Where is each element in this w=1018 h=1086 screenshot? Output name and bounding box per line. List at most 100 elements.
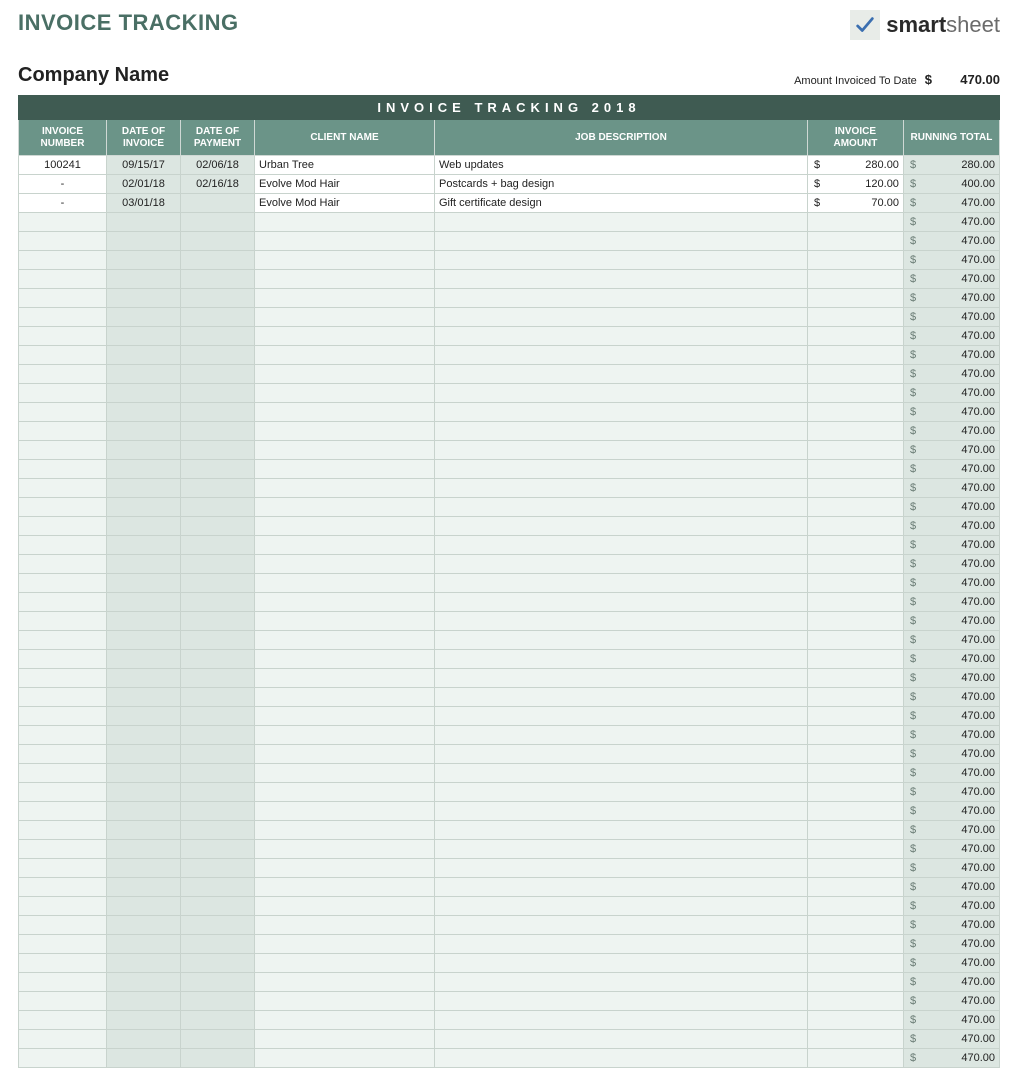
cell-invoice-number[interactable] (19, 327, 107, 346)
cell-client-name[interactable] (255, 897, 435, 916)
table-row[interactable]: $470.00 (19, 764, 1000, 783)
table-row[interactable]: $470.00 (19, 270, 1000, 289)
cell-client-name[interactable] (255, 365, 435, 384)
cell-job-description[interactable] (435, 688, 808, 707)
cell-date-of-payment[interactable] (181, 441, 255, 460)
table-row[interactable]: $470.00 (19, 973, 1000, 992)
cell-date-of-invoice[interactable] (107, 669, 181, 688)
cell-invoice-amount[interactable]: $70.00 (807, 194, 903, 213)
cell-date-of-invoice[interactable] (107, 593, 181, 612)
table-row[interactable]: $470.00 (19, 574, 1000, 593)
cell-date-of-payment[interactable] (181, 992, 255, 1011)
cell-date-of-payment[interactable] (181, 745, 255, 764)
cell-invoice-number[interactable] (19, 251, 107, 270)
cell-client-name[interactable]: Evolve Mod Hair (255, 194, 435, 213)
cell-date-of-invoice[interactable] (107, 1049, 181, 1068)
cell-date-of-payment[interactable] (181, 612, 255, 631)
cell-invoice-number[interactable] (19, 346, 107, 365)
cell-invoice-amount[interactable] (807, 460, 903, 479)
cell-invoice-amount[interactable] (807, 346, 903, 365)
cell-invoice-number[interactable] (19, 403, 107, 422)
cell-job-description[interactable] (435, 213, 808, 232)
cell-job-description[interactable] (435, 308, 808, 327)
table-row[interactable]: $470.00 (19, 308, 1000, 327)
cell-date-of-payment[interactable] (181, 289, 255, 308)
cell-client-name[interactable] (255, 669, 435, 688)
cell-date-of-payment[interactable] (181, 194, 255, 213)
cell-invoice-amount[interactable] (807, 707, 903, 726)
cell-date-of-invoice[interactable] (107, 878, 181, 897)
cell-date-of-invoice[interactable] (107, 726, 181, 745)
cell-job-description[interactable] (435, 1049, 808, 1068)
cell-invoice-amount[interactable] (807, 1011, 903, 1030)
cell-invoice-number[interactable] (19, 897, 107, 916)
cell-invoice-amount[interactable] (807, 213, 903, 232)
cell-invoice-amount[interactable] (807, 479, 903, 498)
cell-client-name[interactable] (255, 327, 435, 346)
cell-client-name[interactable] (255, 574, 435, 593)
cell-client-name[interactable] (255, 555, 435, 574)
cell-client-name[interactable] (255, 783, 435, 802)
cell-invoice-number[interactable]: - (19, 175, 107, 194)
cell-client-name[interactable] (255, 232, 435, 251)
cell-job-description[interactable] (435, 973, 808, 992)
cell-job-description[interactable] (435, 783, 808, 802)
cell-invoice-number[interactable] (19, 555, 107, 574)
cell-invoice-number[interactable]: - (19, 194, 107, 213)
cell-client-name[interactable] (255, 1011, 435, 1030)
cell-date-of-invoice[interactable] (107, 1030, 181, 1049)
cell-invoice-amount[interactable] (807, 593, 903, 612)
cell-invoice-number[interactable] (19, 764, 107, 783)
cell-job-description[interactable] (435, 992, 808, 1011)
cell-date-of-payment[interactable] (181, 365, 255, 384)
cell-client-name[interactable] (255, 707, 435, 726)
cell-invoice-amount[interactable]: $120.00 (807, 175, 903, 194)
cell-client-name[interactable] (255, 403, 435, 422)
cell-date-of-invoice[interactable] (107, 479, 181, 498)
table-row[interactable]: $470.00 (19, 631, 1000, 650)
cell-job-description[interactable] (435, 935, 808, 954)
cell-invoice-amount[interactable] (807, 859, 903, 878)
cell-job-description[interactable] (435, 460, 808, 479)
cell-job-description[interactable] (435, 441, 808, 460)
table-row[interactable]: $470.00 (19, 289, 1000, 308)
cell-invoice-number[interactable] (19, 308, 107, 327)
cell-invoice-number[interactable] (19, 840, 107, 859)
cell-invoice-number[interactable] (19, 213, 107, 232)
cell-invoice-number[interactable] (19, 726, 107, 745)
cell-invoice-amount[interactable] (807, 669, 903, 688)
cell-invoice-number[interactable] (19, 669, 107, 688)
table-row[interactable]: $470.00 (19, 365, 1000, 384)
cell-invoice-amount[interactable] (807, 1049, 903, 1068)
cell-job-description[interactable] (435, 422, 808, 441)
cell-invoice-amount[interactable] (807, 574, 903, 593)
cell-invoice-number[interactable] (19, 802, 107, 821)
cell-date-of-invoice[interactable] (107, 897, 181, 916)
cell-invoice-amount[interactable] (807, 232, 903, 251)
cell-invoice-number[interactable] (19, 954, 107, 973)
cell-invoice-number[interactable] (19, 517, 107, 536)
cell-date-of-payment[interactable] (181, 327, 255, 346)
cell-date-of-invoice[interactable] (107, 308, 181, 327)
cell-invoice-number[interactable] (19, 707, 107, 726)
table-row[interactable]: $470.00 (19, 346, 1000, 365)
cell-invoice-number[interactable] (19, 992, 107, 1011)
cell-date-of-invoice[interactable] (107, 688, 181, 707)
cell-invoice-number[interactable] (19, 783, 107, 802)
cell-date-of-invoice[interactable] (107, 403, 181, 422)
cell-invoice-amount[interactable] (807, 422, 903, 441)
table-row[interactable]: $470.00 (19, 821, 1000, 840)
cell-client-name[interactable] (255, 270, 435, 289)
cell-job-description[interactable] (435, 650, 808, 669)
cell-date-of-payment[interactable] (181, 555, 255, 574)
cell-date-of-invoice[interactable] (107, 745, 181, 764)
cell-job-description[interactable] (435, 270, 808, 289)
cell-invoice-number[interactable] (19, 821, 107, 840)
cell-date-of-payment[interactable] (181, 1049, 255, 1068)
cell-client-name[interactable] (255, 745, 435, 764)
cell-date-of-invoice[interactable] (107, 384, 181, 403)
table-row[interactable]: $470.00 (19, 1049, 1000, 1068)
cell-invoice-number[interactable] (19, 1011, 107, 1030)
cell-invoice-number[interactable] (19, 270, 107, 289)
table-row[interactable]: $470.00 (19, 441, 1000, 460)
